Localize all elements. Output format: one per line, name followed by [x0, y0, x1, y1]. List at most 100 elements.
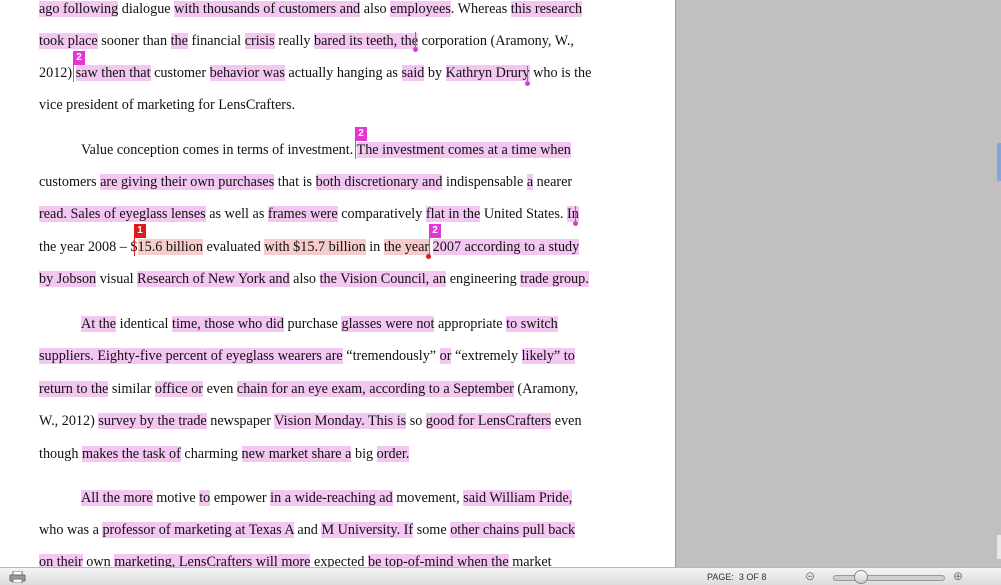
text-run: market	[508, 554, 552, 567]
highlighted-text: frames were	[267, 206, 338, 222]
text-line: At the identical time, those who did pur…	[81, 315, 558, 333]
highlighted-text: new market share a	[241, 446, 352, 462]
highlighted-text: makes the task of	[81, 446, 181, 462]
page-number: 3 OF 8	[738, 572, 767, 582]
highlighted-text: employees	[390, 1, 451, 17]
text-run: indispensable	[442, 174, 527, 190]
text-run: expected	[310, 554, 368, 567]
text-run: sooner than	[97, 33, 171, 49]
zoom-in-icon[interactable]: ⊕	[953, 570, 963, 583]
text-run: nearer	[533, 174, 573, 190]
highlighted-text: flat in the	[425, 206, 481, 222]
text-line: who was a professor of marketing at Texa…	[39, 521, 576, 539]
highlighted-text: good for LensCrafters	[425, 413, 552, 429]
highlighted-text: In	[566, 206, 579, 222]
text-line: All the more motive to empower in a wide…	[81, 489, 573, 507]
highlighted-text: with thousands of customers and	[174, 1, 361, 17]
text-run: as well as	[205, 206, 268, 222]
text-run: financial	[187, 33, 245, 49]
text-run: movement,	[392, 490, 464, 506]
deletion-dot	[413, 47, 418, 52]
highlighted-text: or	[439, 348, 452, 364]
text-run: and	[293, 522, 322, 538]
text-run: customer	[150, 65, 210, 81]
text-run: even	[551, 413, 582, 429]
highlighted-text: chain for an eye exam, according to a Se…	[236, 381, 514, 397]
printer-icon[interactable]	[9, 571, 26, 583]
zoom-out-icon[interactable]: ⊝	[805, 570, 815, 583]
text-run: though	[39, 446, 82, 462]
highlighted-text: be top-of-mind when the	[367, 554, 509, 567]
highlighted-text: read. Sales of eyeglass lenses	[39, 206, 206, 222]
change-marker[interactable]: 2	[429, 224, 441, 238]
text-run: “tremendously”	[342, 348, 440, 364]
deletion-dot	[426, 254, 431, 259]
text-run: who is the	[529, 65, 592, 81]
deletion-caret	[575, 206, 576, 222]
change-marker[interactable]: 1	[134, 224, 146, 238]
text-run: so	[406, 413, 426, 429]
highlighted-text: likely” to	[521, 348, 575, 364]
page-indicator: PAGE: 3 OF 8	[707, 572, 767, 582]
text-run: the year 2008 – $	[39, 239, 138, 255]
text-run: . Whereas	[450, 1, 511, 17]
highlighted-text: suppliers. Eighty-five percent of eyegla…	[39, 348, 343, 364]
highlighted-text: Vision Monday. This is	[274, 413, 407, 429]
highlighted-text: crisis	[244, 33, 275, 49]
text-run: big	[351, 446, 377, 462]
deletion-dot	[525, 81, 530, 86]
text-line: the year 2008 – $15.6 billion evaluated …	[39, 238, 580, 256]
text-run: corporation (Aramony, W.,	[418, 33, 574, 49]
highlighted-text: are giving their own purchases	[100, 174, 275, 190]
change-marker[interactable]: 2	[73, 51, 85, 65]
text-run: visual	[96, 271, 138, 287]
text-run: that is	[274, 174, 316, 190]
text-run: really	[274, 33, 315, 49]
highlighted-text: 2007 according to a study	[432, 239, 580, 255]
text-run: also	[360, 1, 391, 17]
highlighted-text: Research of New York and	[137, 271, 290, 287]
highlighted-text: the year	[383, 239, 430, 255]
text-run: (Aramony,	[513, 381, 579, 397]
text-run: purchase	[283, 316, 342, 332]
text-run: charming	[180, 446, 242, 462]
text-run: United States.	[480, 206, 567, 222]
highlighted-text: The investment comes at a time when	[356, 142, 571, 158]
text-line: by Jobson visual Research of New York an…	[39, 270, 589, 288]
text-run: 2012)	[39, 65, 76, 81]
highlighted-text: the	[170, 33, 188, 49]
scrollbar-thumb[interactable]	[997, 143, 1001, 181]
text-run: by	[424, 65, 446, 81]
text-run: actually hanging as	[284, 65, 402, 81]
text-run: dialogue	[118, 1, 175, 17]
highlighted-text: this research	[510, 1, 583, 17]
text-run: own	[82, 554, 115, 567]
highlighted-text: took place	[39, 33, 98, 49]
insertion-caret	[73, 64, 74, 82]
zoom-slider-thumb[interactable]	[854, 570, 868, 584]
text-run: even	[203, 381, 237, 397]
deletion-caret	[415, 32, 416, 48]
highlighted-text: glasses were not	[341, 316, 435, 332]
change-marker[interactable]: 2	[355, 127, 367, 141]
highlighted-text: on their	[39, 554, 83, 567]
highlighted-text: marketing, LensCrafters will more	[114, 554, 311, 567]
highlighted-text: both discretionary and	[315, 174, 443, 190]
highlighted-text: professor of marketing at Texas A	[102, 522, 294, 538]
text-line: vice president of marketing for LensCraf…	[39, 96, 295, 114]
text-line: return to the similar office or even cha…	[39, 380, 578, 398]
highlighted-text: said William Pride,	[463, 490, 573, 506]
text-run: “extremely	[451, 348, 522, 364]
highlighted-text: with $15.7 billion	[264, 239, 366, 255]
highlighted-text: survey by the trade	[98, 413, 207, 429]
text-run: also	[289, 271, 320, 287]
highlighted-text: order.	[376, 446, 410, 462]
highlighted-text: All the more	[81, 490, 153, 506]
zoom-slider-track[interactable]	[833, 575, 945, 581]
text-line: read. Sales of eyeglass lenses as well a…	[39, 205, 579, 223]
deletion-dot	[573, 221, 578, 226]
highlighted-text: behavior was	[209, 65, 285, 81]
text-run: vice president of marketing for LensCraf…	[39, 97, 296, 113]
highlighted-text: At the	[81, 316, 117, 332]
text-run: some	[413, 522, 451, 538]
